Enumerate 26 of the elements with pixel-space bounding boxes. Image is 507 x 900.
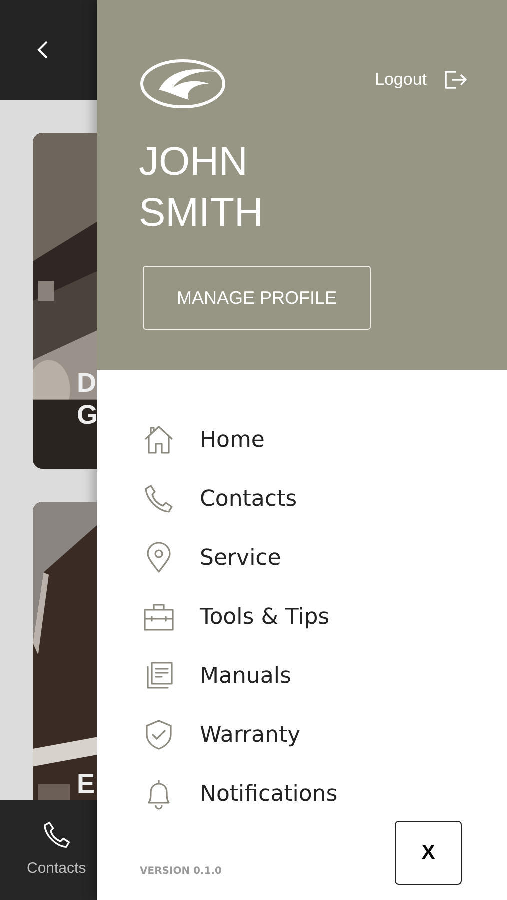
card-title: G: [77, 399, 97, 431]
menu-item[interactable]: Notifications: [143, 778, 338, 810]
menu-item[interactable]: Contacts: [143, 483, 298, 515]
toolbox-icon: [143, 601, 175, 633]
menu-item[interactable]: Home: [143, 424, 265, 456]
close-button[interactable]: X: [395, 821, 462, 885]
back-icon[interactable]: [36, 39, 50, 61]
card[interactable]: D G: [33, 133, 97, 469]
card-title: E: [77, 768, 96, 800]
menu-item[interactable]: Manuals: [143, 660, 292, 692]
phone-icon: [42, 820, 72, 850]
user-name: JOHN: [139, 139, 248, 186]
shield-check-icon: [143, 719, 175, 751]
tab[interactable]: Contacts: [0, 800, 86, 900]
menu-item[interactable]: Tools & Tips: [143, 601, 330, 633]
version-label: VERSION 0.1.0: [140, 866, 222, 879]
logo-icon: [139, 58, 227, 110]
logout-icon: [443, 69, 469, 91]
card-title: D: [77, 367, 97, 399]
house-icon: [143, 424, 175, 456]
tab-label: Contacts: [27, 860, 86, 877]
phone-icon: [143, 483, 175, 515]
card[interactable]: E: [33, 502, 97, 800]
user-name: SMITH: [139, 190, 264, 237]
menu-item[interactable]: Warranty: [143, 719, 301, 751]
menu-item[interactable]: Service: [143, 542, 282, 574]
